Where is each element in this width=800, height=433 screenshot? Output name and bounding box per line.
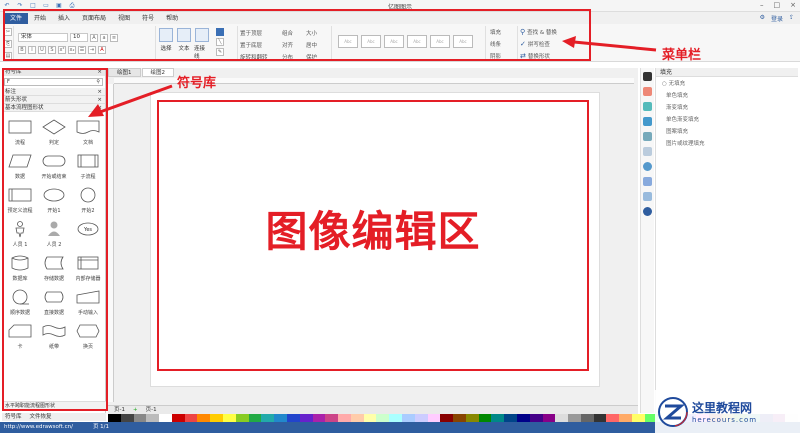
line-panel-icon[interactable] [643,87,652,96]
fill-option-solid[interactable]: 单色填充 [656,89,798,101]
palette-swatch[interactable] [325,414,339,422]
settings-icon[interactable]: ⚙ [760,14,765,23]
palette-swatch[interactable] [108,414,121,422]
palette-swatch[interactable] [261,414,275,422]
palette-swatch[interactable] [580,414,594,422]
palette-swatch[interactable] [274,414,287,422]
maximize-icon[interactable]: □ [774,1,781,9]
share-icon[interactable]: ⇪ [789,14,794,23]
watermark-url: herecours.com [692,416,758,424]
palette-swatch[interactable] [401,414,415,422]
palette-swatch[interactable] [146,414,160,422]
fill-option-gradient[interactable]: 渐变填充 [656,101,798,113]
library-arrow [88,84,173,117]
menubar-arrow [562,36,657,52]
menu-right: ⚙ 登录 ⇪ [760,14,794,23]
page-tab-1[interactable]: 页-1 [146,406,157,414]
palette-swatch[interactable] [504,414,517,422]
fill-panel-title: 填充 [656,68,798,77]
palette-swatch[interactable] [632,414,645,422]
fill-option-picture[interactable]: 图片或纹理填充 [656,137,798,149]
layer-panel-icon[interactable] [643,132,652,141]
page-tabs: 页-1 + 页-1 [108,405,638,414]
watermark-logo [658,396,688,427]
library-bottom-tabs: 符号库 文件恢复 [2,413,106,421]
fill-panel: 填充 ○ 无填充 单色填充 渐变填充 单色渐变填充 图案填充 图片或纹理填充 [655,68,798,413]
palette-swatch[interactable] [529,414,543,422]
navigation-panel-icon[interactable] [643,162,652,171]
page-panel-icon[interactable] [643,147,652,156]
palette-swatch[interactable] [465,414,479,422]
close-icon[interactable]: × [790,1,796,9]
tab-symbol-library[interactable]: 符号库 [5,413,22,421]
palette-swatch[interactable] [159,414,172,422]
palette-swatch[interactable] [248,414,262,422]
palette-swatch[interactable] [376,414,390,422]
palette-swatch[interactable] [338,414,351,422]
palette-swatch[interactable] [542,414,556,422]
document-panel-icon[interactable] [643,177,652,186]
palette-swatch[interactable] [478,414,492,422]
document-tabs: 绘图1 绘图2 [108,68,174,77]
menubar-callout: 菜单栏 [662,48,702,63]
palette-swatch[interactable] [210,414,224,422]
palette-swatch[interactable] [491,414,505,422]
palette-swatch[interactable] [184,414,198,422]
palette-swatch[interactable] [440,414,454,422]
fill-panel-icon[interactable] [643,72,652,81]
palette-swatch[interactable] [223,414,236,422]
palette-swatch[interactable] [350,414,364,422]
watermark-name: 这里教程网 [692,401,753,415]
palette-swatch[interactable] [120,414,134,422]
palette-swatch[interactable] [389,414,402,422]
palette-swatch[interactable] [133,414,147,422]
library-callout: 符号库 [177,76,217,91]
doc-tab-1[interactable]: 绘图1 [108,68,141,77]
palette-swatch[interactable] [555,414,569,422]
palette-swatch[interactable] [568,414,581,422]
comment-panel-icon[interactable] [643,192,652,201]
palette-swatch[interactable] [235,414,249,422]
fill-option-none[interactable]: ○ 无填充 [656,77,798,89]
tab-file-recovery[interactable]: 文件恢复 [30,413,52,421]
minimize-icon[interactable]: – [760,1,764,9]
window-controls: – □ × [760,1,796,9]
palette-swatch[interactable] [453,414,466,422]
help-icon[interactable] [643,207,652,216]
palette-swatch[interactable] [606,414,620,422]
vertical-ruler [108,84,114,402]
palette-swatch[interactable] [414,414,428,422]
palette-swatch[interactable] [197,414,211,422]
status-page: 页 1/1 [92,424,110,430]
shadow-panel-icon[interactable] [643,102,652,111]
palette-swatch[interactable] [299,414,313,422]
fill-option-pattern[interactable]: 图案填充 [656,125,798,137]
image-panel-icon[interactable] [643,117,652,126]
palette-swatch[interactable] [427,414,441,422]
watermark: 这里教程网 herecours.com [655,390,800,433]
palette-swatch[interactable] [593,414,607,422]
add-page-icon[interactable]: + [133,406,138,414]
canvas-label: 图像编辑区 [265,207,481,256]
palette-swatch[interactable] [517,414,530,422]
status-url[interactable]: http://www.edrawsoft.cn/ [4,422,73,433]
palette-swatch[interactable] [619,414,633,422]
menubar-annotation-box [3,9,591,61]
right-toolbar [640,68,654,413]
palette-swatch[interactable] [171,414,185,422]
palette-swatch[interactable] [363,414,377,422]
doc-tab-2[interactable]: 绘图2 [141,68,174,77]
login-link[interactable]: 登录 [771,14,783,23]
palette-swatch[interactable] [286,414,300,422]
fill-option-single-gradient[interactable]: 单色渐变填充 [656,113,798,125]
page-tab-current[interactable]: 页-1 [114,406,125,414]
palette-swatch[interactable] [312,414,326,422]
